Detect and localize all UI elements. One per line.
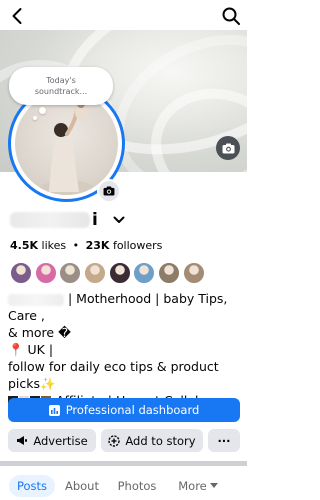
soundtrack-note-bubble[interactable]: Today's soundtrack... [9, 67, 113, 120]
add-to-story-button[interactable]: Add to story [101, 429, 203, 452]
megaphone-icon [17, 436, 28, 445]
profile-name: i [92, 210, 98, 230]
more-options-label: ··· [217, 433, 231, 448]
professional-dashboard-label: Professional dashboard [65, 403, 200, 417]
edit-profile-picture-camera-icon[interactable] [97, 179, 121, 203]
profile-stats: 4.5K likes • 23K followers [10, 239, 163, 252]
tab-photos-label: Photos [117, 479, 157, 493]
friend-avatar[interactable] [59, 262, 82, 284]
soundtrack-line2: soundtrack... [34, 87, 88, 96]
followers-label[interactable]: followers [113, 239, 162, 252]
tab-posts[interactable]: Posts [9, 475, 55, 497]
more-options-button[interactable]: ··· [208, 429, 240, 452]
friend-avatar[interactable] [182, 262, 205, 284]
tab-about-label: About [64, 479, 99, 493]
add-to-story-label: Add to story [125, 433, 196, 448]
friend-avatar[interactable] [108, 262, 131, 284]
bio-line2: & more � [8, 325, 71, 340]
profile-name-row[interactable]: i [10, 209, 126, 231]
friend-avatar[interactable] [84, 262, 107, 284]
blurred-name [10, 212, 90, 228]
search-icon[interactable] [221, 6, 241, 26]
bio-line5: picks✨ [8, 376, 56, 391]
edit-cover-camera-icon[interactable] [216, 136, 240, 160]
bio-line3: 📍 UK | [8, 342, 54, 357]
bio-line4: follow for daily eco tips & product [8, 359, 219, 374]
friend-avatar[interactable] [133, 262, 156, 284]
friend-avatar[interactable] [10, 262, 32, 284]
advertise-button[interactable]: Advertise [8, 429, 96, 452]
likes-count: 4.5K [10, 239, 39, 252]
tab-more-label: More [178, 479, 207, 493]
blurred-bio-text [8, 293, 64, 306]
likes-label: likes [41, 239, 67, 252]
tab-about[interactable]: About [60, 475, 104, 497]
profile-tabs: Posts About Photos More [0, 470, 247, 500]
friend-avatar[interactable] [158, 262, 181, 284]
followers-count[interactable]: 23K [86, 239, 110, 252]
back-arrow-icon[interactable] [8, 6, 28, 26]
tab-more[interactable]: More [170, 475, 226, 497]
chevron-down-icon[interactable] [112, 213, 126, 227]
advertise-label: Advertise [33, 433, 88, 448]
friend-avatar[interactable] [34, 262, 57, 284]
friends-avatar-row[interactable] [10, 262, 208, 284]
caret-down-icon [209, 483, 218, 488]
add-story-icon [108, 434, 121, 447]
dashboard-chart-icon [48, 404, 60, 416]
soundtrack-line1: Today's [46, 76, 76, 85]
professional-dashboard-button[interactable]: Professional dashboard [8, 398, 240, 422]
tab-posts-label: Posts [16, 479, 48, 493]
top-bar [0, 0, 247, 32]
section-divider [0, 461, 247, 466]
tab-photos[interactable]: Photos [112, 475, 162, 497]
profile-bio: | Motherhood | baby Tips, Care , & more … [8, 290, 244, 409]
